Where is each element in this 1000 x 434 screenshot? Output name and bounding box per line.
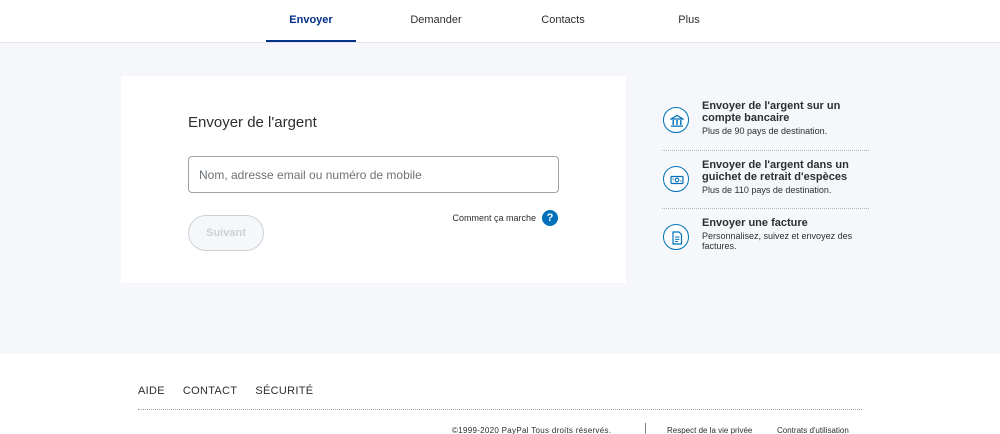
recipient-field-wrapper: [188, 156, 559, 193]
footer: AIDE CONTACT SÉCURITÉ ©1999-2020 PayPal …: [0, 354, 1000, 434]
send-money-card: Envoyer de l'argent Comment ça marche ? …: [121, 76, 626, 283]
help-question-icon[interactable]: ?: [542, 210, 558, 226]
privacy-link[interactable]: Respect de la vie privée: [667, 426, 752, 434]
top-navigation: Envoyer Demander Contacts Plus: [0, 0, 1000, 43]
send-options-list: Envoyer de l'argent sur un compte bancai…: [662, 100, 869, 251]
bank-icon: [663, 107, 689, 133]
footer-link-securite[interactable]: SÉCURITÉ: [255, 385, 313, 397]
page-title: Envoyer de l'argent: [188, 114, 317, 131]
option-subtitle: Personnalisez, suivez et envoyez des fac…: [702, 231, 853, 251]
footer-divider: [138, 409, 862, 410]
option-subtitle: Plus de 90 pays de destination.: [702, 126, 828, 136]
footer-link-contact[interactable]: CONTACT: [183, 385, 237, 397]
option-title: Envoyer de l'argent dans un guichet de r…: [702, 159, 849, 183]
divider: [662, 150, 869, 151]
option-title: Envoyer une facture: [702, 217, 808, 229]
tab-demander[interactable]: Demander: [391, 0, 481, 42]
copyright-text: ©1999-2020 PayPal Tous droits réservés.: [452, 426, 612, 434]
cash-pickup-icon: [663, 166, 689, 192]
footer-separator: |: [644, 422, 647, 434]
next-button[interactable]: Suivant: [188, 215, 264, 251]
terms-link[interactable]: Contrats d'utilisation: [777, 426, 849, 434]
option-bank-transfer[interactable]: Envoyer de l'argent sur un compte bancai…: [662, 100, 869, 143]
footer-links: AIDE CONTACT SÉCURITÉ: [138, 385, 313, 397]
option-cash-pickup[interactable]: Envoyer de l'argent dans un guichet de r…: [662, 159, 869, 201]
tab-contacts[interactable]: Contacts: [518, 0, 608, 42]
footer-link-aide[interactable]: AIDE: [138, 385, 165, 397]
option-title: Envoyer de l'argent sur un compte bancai…: [702, 100, 841, 124]
recipient-input[interactable]: [189, 157, 558, 192]
divider: [662, 208, 869, 209]
tab-envoyer[interactable]: Envoyer: [266, 0, 356, 42]
option-subtitle: Plus de 110 pays de destination.: [702, 185, 832, 195]
invoice-icon: [663, 224, 689, 250]
option-send-invoice[interactable]: Envoyer une facture Personnalisez, suive…: [662, 217, 869, 251]
tab-plus[interactable]: Plus: [644, 0, 734, 42]
how-it-works-label: Comment ça marche: [452, 213, 536, 223]
how-it-works-link[interactable]: Comment ça marche ?: [452, 209, 558, 227]
